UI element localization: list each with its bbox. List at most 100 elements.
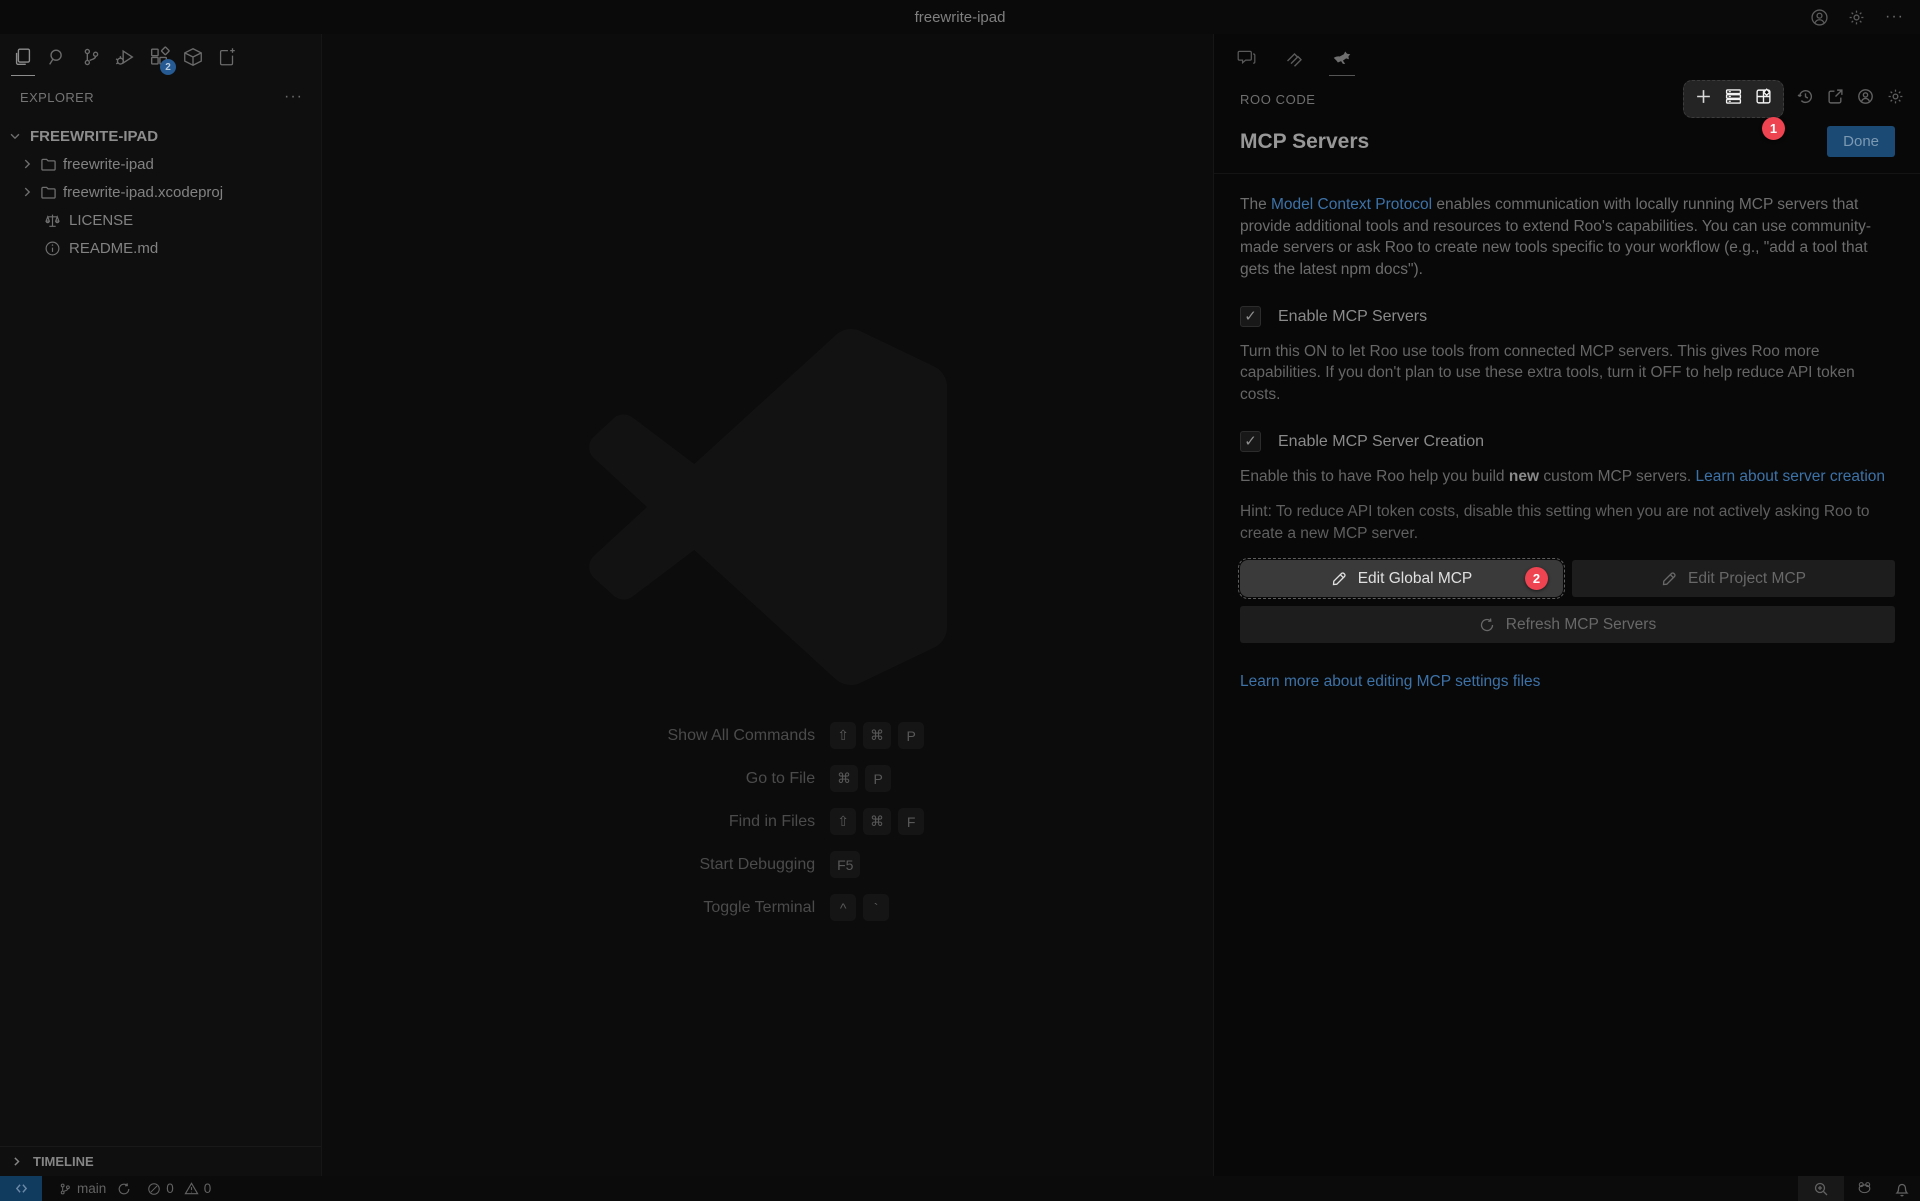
git-branch-icon — [58, 1182, 72, 1196]
license-scales-icon — [44, 212, 61, 229]
token-cost-hint: Hint: To reduce API token costs, disable… — [1240, 501, 1895, 544]
model-context-protocol-link[interactable]: Model Context Protocol — [1271, 196, 1432, 213]
layers-icon[interactable] — [1279, 36, 1309, 78]
extensions-icon[interactable]: 2 — [142, 36, 176, 78]
annotation-badge-1: 1 — [1762, 117, 1785, 140]
pencil-icon — [1661, 571, 1677, 587]
explorer-header: EXPLORER ··· — [0, 80, 321, 114]
shortcut-label: Toggle Terminal — [703, 899, 815, 917]
chevron-right-icon — [10, 1155, 23, 1168]
problems-status[interactable]: 0 0 — [147, 1181, 211, 1196]
new-task-plus-icon[interactable] — [1695, 88, 1712, 110]
mcp-intro-text: The Model Context Protocol enables commu… — [1240, 194, 1895, 280]
key-cap: P — [865, 765, 891, 792]
enable-mcp-creation-label: Enable MCP Server Creation — [1278, 431, 1484, 453]
account-icon[interactable] — [1857, 88, 1874, 110]
annotation-badge-2: 2 — [1525, 567, 1548, 590]
sync-icon — [117, 1182, 131, 1196]
chevron-right-icon — [20, 185, 34, 199]
pencil-icon — [1331, 571, 1347, 587]
roo-code-panel: ROO CODE — [1213, 34, 1920, 1176]
key-cap: ⇧ — [830, 722, 856, 749]
key-cap: ⌘ — [863, 722, 891, 749]
more-actions-icon[interactable]: ··· — [1885, 8, 1904, 26]
key-cap: P — [898, 722, 924, 749]
key-cap: ` — [863, 894, 889, 921]
left-sidebar: 2 EXPLORER ··· — [0, 34, 322, 1176]
remote-indicator[interactable] — [0, 1176, 42, 1201]
containers-cube-icon[interactable] — [176, 36, 210, 78]
extensions-badge: 2 — [160, 59, 176, 75]
ai-edit-icon[interactable] — [210, 36, 244, 78]
title-bar: freewrite-ipad ··· — [0, 0, 1920, 34]
folder-icon — [40, 184, 57, 201]
checkmark-icon: ✓ — [1244, 306, 1257, 328]
history-icon[interactable] — [1797, 88, 1814, 110]
errors-icon — [147, 1182, 161, 1196]
enable-mcp-servers-description: Turn this ON to let Roo use tools from c… — [1240, 341, 1895, 406]
enable-mcp-servers-label: Enable MCP Servers — [1278, 306, 1427, 328]
key-cap: ⌘ — [863, 808, 891, 835]
mcp-servers-icon[interactable] — [1725, 88, 1742, 110]
highlighted-icon-group: 1 — [1683, 80, 1784, 118]
checkmark-icon: ✓ — [1244, 431, 1257, 453]
server-creation-link[interactable]: Learn about server creation — [1695, 468, 1885, 485]
warnings-icon — [184, 1181, 199, 1196]
roo-face-icon[interactable] — [1844, 1176, 1884, 1201]
enable-mcp-creation-row: ✓ Enable MCP Server Creation — [1240, 431, 1895, 453]
timeline-section[interactable]: TIMELINE — [0, 1146, 321, 1176]
key-cap: F — [898, 808, 924, 835]
settings-gear-icon[interactable] — [1887, 88, 1904, 110]
chevron-right-icon — [20, 157, 34, 171]
editor-area: Show All Commands ⇧ ⌘ P Go to File ⌘ P F… — [322, 34, 1213, 1176]
readme-info-icon — [44, 240, 61, 257]
branch-status[interactable]: main — [58, 1181, 131, 1196]
remote-icon — [14, 1181, 29, 1196]
shortcut-label: Show All Commands — [668, 727, 816, 745]
shortcut-label: Start Debugging — [699, 856, 815, 874]
account-icon[interactable] — [1811, 9, 1828, 26]
key-cap: ⇧ — [830, 808, 856, 835]
settings-gear-icon[interactable] — [1848, 9, 1865, 26]
explorer-more-icon[interactable]: ··· — [284, 88, 303, 106]
status-bar: main 0 0 — [0, 1176, 1920, 1201]
mcp-settings-docs-link[interactable]: Learn more about editing MCP settings fi… — [1240, 671, 1540, 693]
enable-mcp-servers-checkbox[interactable]: ✓ — [1240, 306, 1261, 327]
enable-mcp-creation-description: Enable this to have Roo help you build n… — [1240, 466, 1895, 488]
key-cap: F5 — [830, 851, 860, 878]
roo-kangaroo-icon[interactable] — [1327, 36, 1357, 78]
file-tree: FREEWRITE-IPAD freewrite-ipad freewrite- — [0, 122, 321, 262]
enable-mcp-servers-row: ✓ Enable MCP Servers — [1240, 306, 1895, 328]
tree-root-folder[interactable]: FREEWRITE-IPAD — [0, 122, 321, 150]
edit-global-mcp-button[interactable]: Edit Global MCP 2 — [1240, 560, 1563, 597]
search-icon[interactable] — [40, 36, 74, 78]
zoom-indicator[interactable] — [1798, 1176, 1844, 1201]
shortcut-label: Go to File — [746, 770, 815, 788]
notifications-bell-icon[interactable] — [1884, 1176, 1920, 1201]
mcp-marketplace-icon[interactable] — [1755, 88, 1772, 110]
refresh-icon — [1479, 617, 1495, 633]
explorer-icon[interactable] — [6, 36, 40, 78]
source-control-icon[interactable] — [74, 36, 108, 78]
done-button[interactable]: Done — [1827, 126, 1895, 157]
workbench: 2 EXPLORER ··· — [0, 34, 1920, 1176]
tree-item-file[interactable]: README.md — [0, 234, 321, 262]
shortcut-label: Find in Files — [729, 813, 815, 831]
open-external-icon[interactable] — [1827, 88, 1844, 110]
tree-item-file[interactable]: LICENSE — [0, 206, 321, 234]
panel-title: ROO CODE — [1240, 92, 1683, 107]
zoom-in-icon — [1813, 1181, 1829, 1197]
chat-icon[interactable] — [1231, 36, 1261, 78]
edit-project-mcp-button[interactable]: Edit Project MCP — [1572, 560, 1895, 597]
refresh-mcp-servers-button[interactable]: Refresh MCP Servers — [1240, 606, 1895, 643]
tree-item-folder[interactable]: freewrite-ipad — [0, 150, 321, 178]
tree-item-folder[interactable]: freewrite-ipad.xcodeproj — [0, 178, 321, 206]
folder-icon — [40, 156, 57, 173]
keyboard-shortcuts-watermark: Show All Commands ⇧ ⌘ P Go to File ⌘ P F… — [668, 722, 1214, 921]
mcp-edit-buttons: Edit Global MCP 2 Edit Project MCP — [1240, 560, 1895, 597]
window-title: freewrite-ipad — [915, 9, 1006, 26]
mcp-servers-header: MCP Servers Done — [1214, 118, 1920, 174]
enable-mcp-creation-checkbox[interactable]: ✓ — [1240, 431, 1261, 452]
panel-header: ROO CODE — [1214, 80, 1920, 118]
run-debug-icon[interactable] — [108, 36, 142, 78]
